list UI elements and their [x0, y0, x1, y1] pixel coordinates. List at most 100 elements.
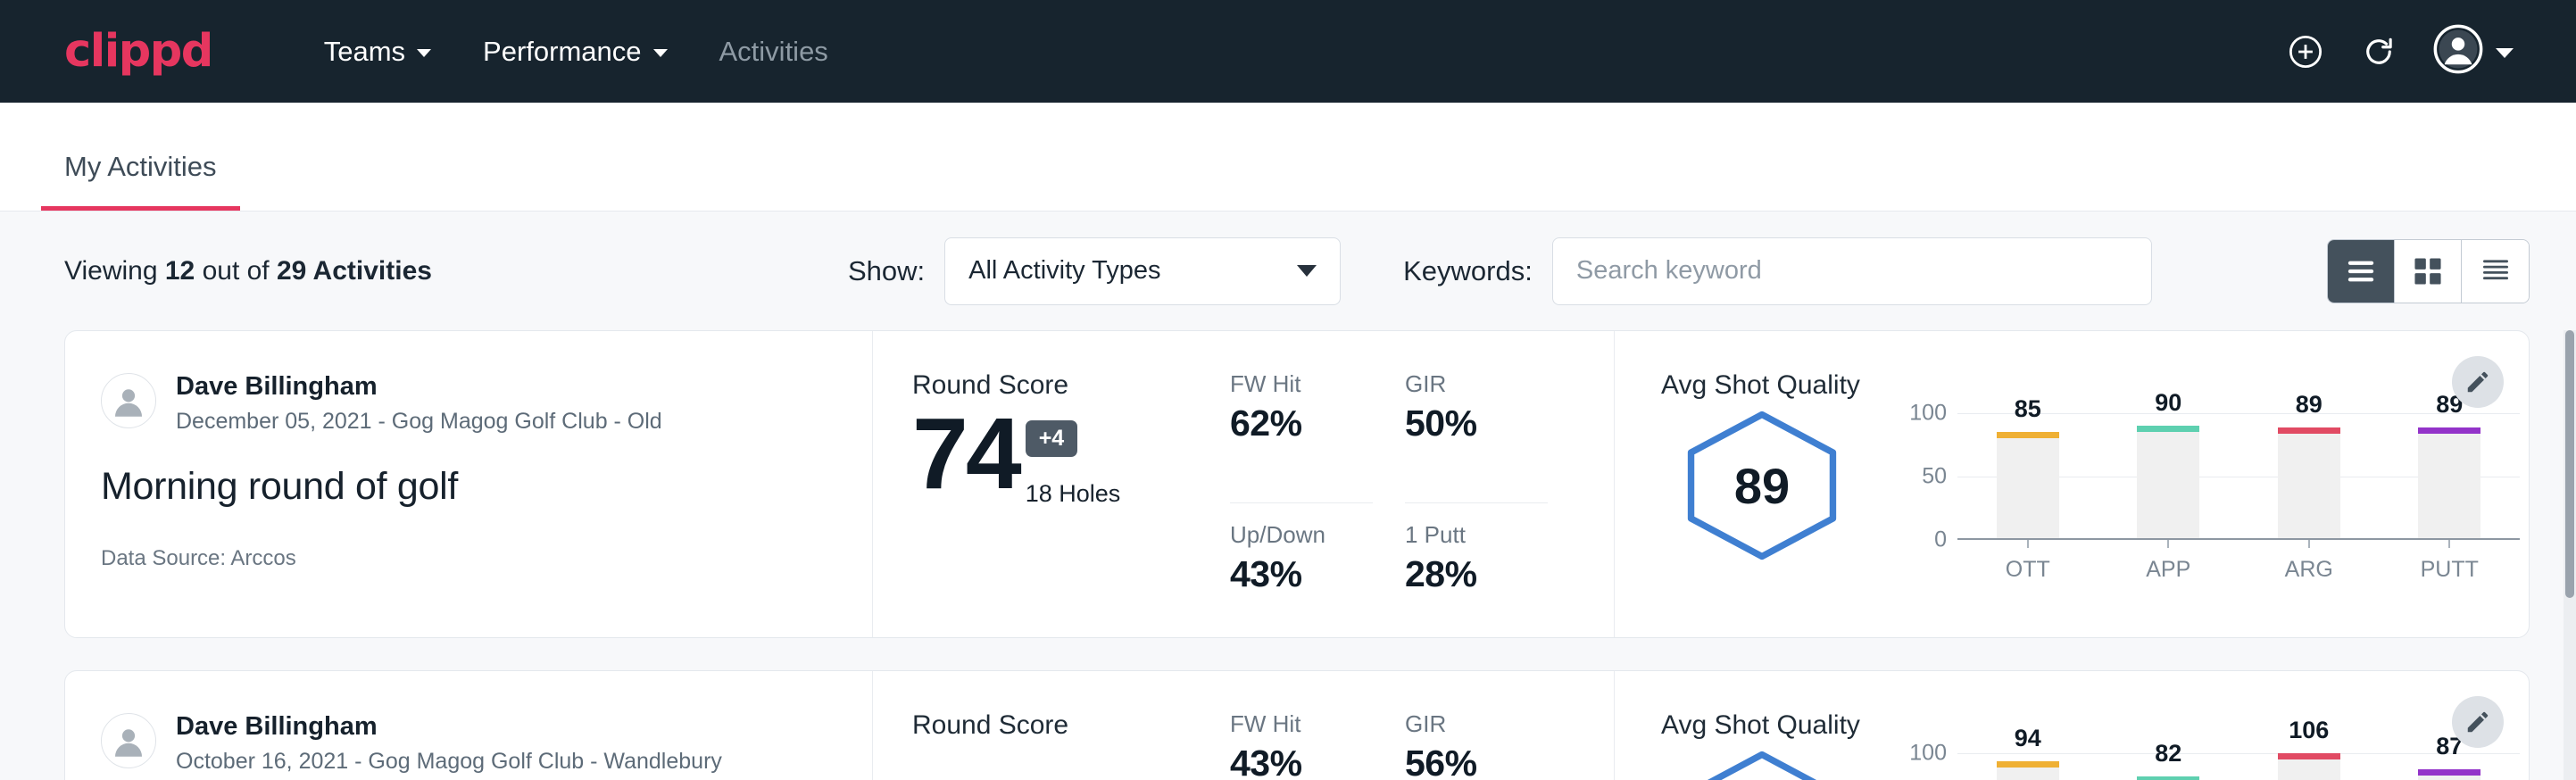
stat-gir: GIR56% [1405, 710, 1548, 780]
stat-label: FW Hit [1230, 370, 1373, 398]
stat-label: 1 Putt [1405, 521, 1548, 549]
bar [2278, 427, 2340, 540]
avatar [101, 713, 156, 768]
stat-value: 43% [1230, 553, 1373, 595]
plus-circle-icon[interactable] [2287, 33, 2324, 71]
round-score-aside: +418 Holes [1026, 408, 1121, 508]
holes-label: 18 Holes [1026, 480, 1121, 508]
activity-card[interactable]: Dave BillinghamOctober 16, 2021 - Gog Ma… [64, 670, 2530, 780]
round-score-label: Round Score [912, 370, 1230, 401]
avg-shot-quality-body: 8905010085908989OTTAPPARGPUTT [1661, 404, 2529, 583]
avg-shot-quality-label: Avg Shot Quality [1661, 710, 2529, 741]
detail-view-icon [2480, 259, 2511, 284]
stat-value: 28% [1405, 553, 1548, 595]
nav-item-performance[interactable]: Performance [457, 36, 693, 68]
nav-item-performance-label: Performance [483, 36, 641, 68]
round-score-section: Round Score [873, 671, 1230, 780]
nav-item-teams[interactable]: Teams [298, 36, 457, 68]
chevron-down-icon [417, 49, 431, 57]
bar-column: 89 [2278, 413, 2340, 540]
y-axis-labels: 050100 [1897, 413, 1947, 540]
main-nav-links: Teams Performance Activities [298, 36, 854, 68]
refresh-icon[interactable] [2360, 33, 2397, 71]
edit-activity-button[interactable] [2452, 696, 2504, 748]
chart-plot-area: 050100948210687OTTAPPARGPUTT [1897, 753, 2529, 780]
nav-actions [2287, 24, 2533, 79]
y-tick-label: 100 [1909, 741, 1947, 767]
x-tick: ARG [2278, 540, 2340, 583]
avg-shot-quality-label: Avg Shot Quality [1661, 370, 2529, 401]
bar-value-label: 89 [2278, 391, 2340, 419]
page-scrollbar-thumb[interactable] [2565, 330, 2574, 598]
grid-view-button[interactable] [2395, 240, 2462, 303]
filter-toolbar: Viewing 12 out of 29 Activities Show: Al… [0, 212, 2576, 330]
stat-label: GIR [1405, 370, 1548, 398]
app-logo[interactable]: clippd [64, 29, 212, 74]
tick-mark [2167, 540, 2169, 548]
chart-bars-area: 948210687 [1957, 753, 2520, 780]
round-score-value: 74 [912, 408, 1019, 501]
round-stats-grid: FW Hit62%GIR50%Up/Down43%1 Putt28% [1230, 331, 1614, 637]
viewing-total: 29 Activities [277, 256, 432, 286]
person-icon [106, 718, 151, 763]
tab-my-activities-label: My Activities [64, 151, 217, 182]
page-scrollbar[interactable] [2564, 330, 2576, 780]
nav-item-activities[interactable]: Activities [694, 36, 854, 68]
y-tick-label: 100 [1909, 401, 1947, 427]
avg-shot-quality-value: 89 [1677, 410, 1847, 561]
keywords-label: Keywords: [1403, 255, 1533, 287]
bar [2137, 426, 2199, 540]
stat-value: 56% [1405, 743, 1548, 780]
edit-activity-button[interactable] [2452, 356, 2504, 408]
shot-quality-bar-chart: 05010085908989OTTAPPARGPUTT [1897, 413, 2529, 583]
detail-view-button[interactable] [2462, 240, 2529, 303]
bar-column: 90 [2137, 413, 2199, 540]
chevron-down-icon [2496, 48, 2514, 58]
bar-cap [2137, 426, 2199, 432]
bar-column: 89 [2418, 413, 2480, 540]
round-score-value-row: 74+418 Holes [912, 408, 1230, 508]
bar-group: 948210687 [1957, 753, 2520, 780]
viewing-mid: out of [195, 256, 277, 286]
bar-cap [1997, 432, 2059, 438]
person-icon [106, 378, 151, 423]
list-view-button[interactable] [2328, 240, 2395, 303]
stat-label: Up/Down [1230, 521, 1373, 549]
tab-my-activities[interactable]: My Activities [41, 151, 240, 211]
x-tick: PUTT [2418, 540, 2480, 583]
bar [2278, 753, 2340, 780]
avg-shot-quality-badge: 89 [1677, 410, 1847, 561]
tab-bar: My Activities [0, 103, 2576, 212]
search-input[interactable] [1552, 237, 2152, 305]
bar-column: 82 [2137, 753, 2199, 780]
activity-type-select[interactable]: All Activity Types [944, 237, 1341, 305]
bar-cap [2418, 427, 2480, 434]
nav-item-teams-label: Teams [324, 36, 405, 68]
activity-meta: October 16, 2021 - Gog Magog Golf Club -… [176, 749, 722, 775]
bar-column: 87 [2418, 753, 2480, 780]
bar-value-label: 85 [1997, 395, 2059, 423]
author-name: Dave Billingham [176, 370, 662, 402]
avg-shot-quality-badge [1677, 750, 1847, 780]
bar-cap [2137, 776, 2199, 780]
chart-bars-area: 85 90 89 89 [1957, 413, 2520, 540]
tick-mark [2308, 540, 2310, 548]
bar [2418, 769, 2480, 780]
account-menu[interactable] [2433, 24, 2514, 79]
activity-card[interactable]: Dave Billingham December 05, 2021 - Gog M… [64, 330, 2530, 638]
bar [1997, 761, 2059, 780]
round-score-label: Round Score [912, 710, 1230, 741]
activity-card-list: Dave Billingham December 05, 2021 - Gog M… [0, 330, 2576, 780]
bar-cap [2278, 753, 2340, 759]
bar-column: 85 [1997, 413, 2059, 540]
viewing-prefix: Viewing [64, 256, 165, 286]
avg-shot-quality-section: Avg Shot Quality8905010085908989OTTAPPAR… [1614, 331, 2529, 637]
viewing-count: 12 [165, 256, 195, 286]
x-axis-ticks: OTTAPPARGPUTT [1957, 540, 2520, 583]
activity-card-header: Dave BillinghamOctober 16, 2021 - Gog Ma… [65, 671, 873, 780]
activity-meta: December 05, 2021 - Gog Magog Golf Club … [176, 409, 662, 435]
avg-shot-quality-section: Avg Shot Quality050100948210687OTTAPPARG… [1614, 671, 2529, 780]
round-score-section: Round Score 74+418 Holes [873, 331, 1230, 637]
bar-value-label: 82 [2137, 740, 2199, 768]
bar-column: 106 [2278, 753, 2340, 780]
